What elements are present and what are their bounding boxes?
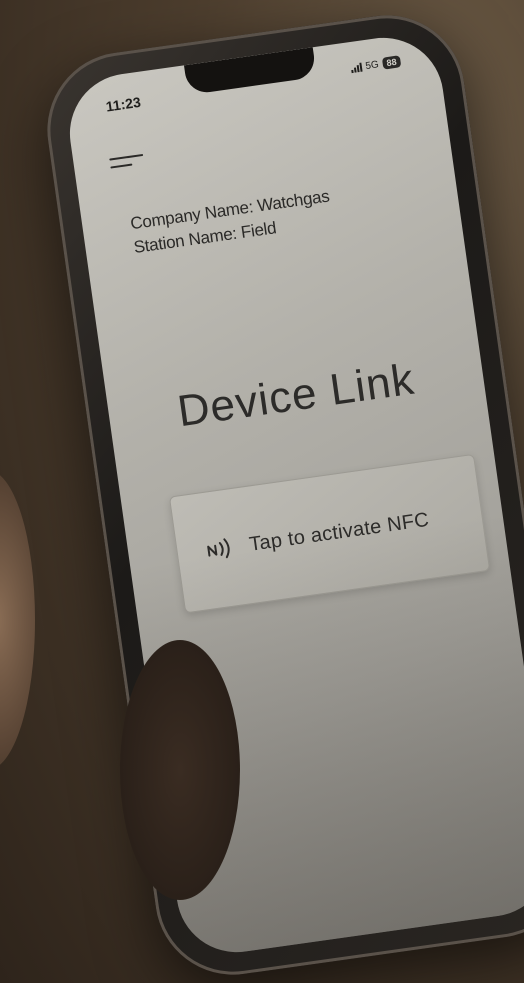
station-info: Company Name: Watchgas Station Name: Fie… (129, 185, 334, 260)
holding-hand (120, 640, 240, 900)
phone-body: 11:23 5G 88 Company Name: Watchgas Stati… (37, 5, 524, 983)
network-type: 5G (364, 58, 380, 72)
nfc-icon (204, 534, 237, 564)
phone: 11:23 5G 88 Company Name: Watchgas Stati… (37, 5, 524, 983)
page-title: Device Link (174, 354, 418, 437)
battery-badge: 88 (381, 55, 402, 70)
phone-notch (183, 47, 317, 96)
status-time: 11:23 (104, 93, 142, 115)
signal-icon (350, 62, 363, 74)
hamburger-menu-icon[interactable] (109, 150, 145, 175)
photo-scene: 11:23 5G 88 Company Name: Watchgas Stati… (0, 0, 524, 983)
left-hand-background (0, 470, 35, 770)
status-indicators: 5G 88 (350, 55, 402, 74)
nfc-button-label: Tap to activate NFC (247, 508, 431, 556)
nfc-activate-button[interactable]: Tap to activate NFC (168, 453, 491, 614)
